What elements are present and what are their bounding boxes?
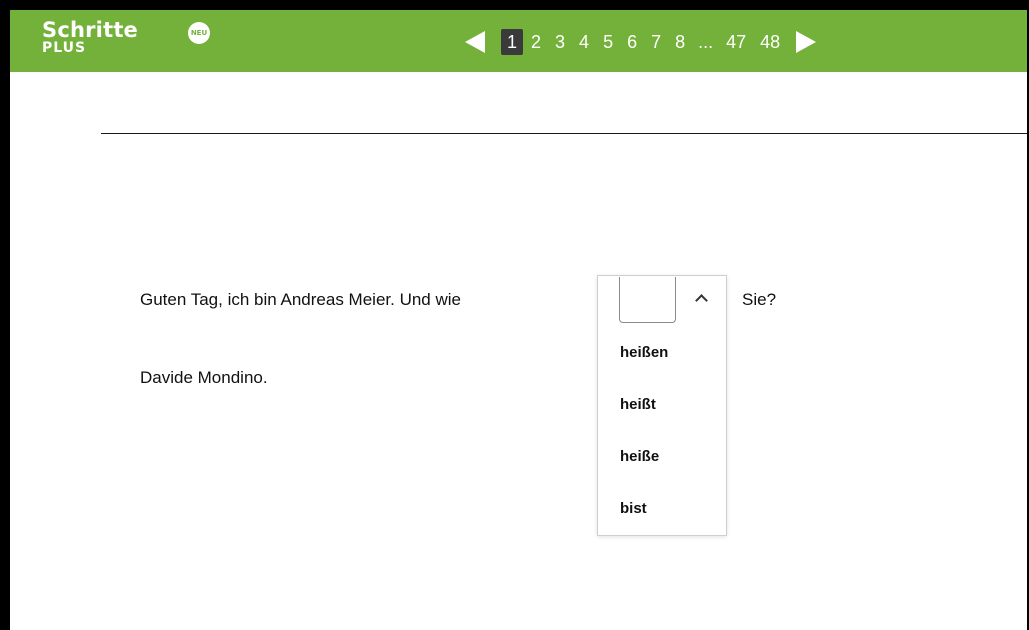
dropdown-option-heisst[interactable]: heißt <box>620 396 656 413</box>
page-6[interactable]: 6 <box>621 29 643 55</box>
page-3[interactable]: 3 <box>549 29 571 55</box>
neu-badge: NEU <box>188 22 210 44</box>
page-48[interactable]: 48 <box>754 29 786 55</box>
header-bar: Schritte PLUS NEU 1 2 3 4 5 6 7 8 ... 47… <box>10 10 1027 72</box>
dropdown-input[interactable] <box>619 277 676 323</box>
page-8[interactable]: 8 <box>669 29 691 55</box>
previous-page-icon[interactable] <box>465 31 485 53</box>
dropdown-option-bist[interactable]: bist <box>620 500 647 517</box>
page-ellipsis: ... <box>698 32 714 52</box>
next-page-icon[interactable] <box>796 31 817 53</box>
chevron-up-icon[interactable] <box>695 294 708 307</box>
answer-dropdown[interactable]: heißen heißt heiße bist <box>597 275 727 536</box>
page-7[interactable]: 7 <box>645 29 667 55</box>
logo-title: Schritte <box>42 18 138 42</box>
page-47[interactable]: 47 <box>720 29 752 55</box>
pagination: 1 2 3 4 5 6 7 8 ... 47 48 <box>465 28 817 56</box>
page-2[interactable]: 2 <box>525 29 547 55</box>
page-1[interactable]: 1 <box>501 29 524 55</box>
divider <box>101 133 1027 134</box>
question-text-end: Sie? <box>742 290 777 309</box>
page-5[interactable]: 5 <box>597 29 619 55</box>
answer-text: Davide Mondino. <box>140 368 268 387</box>
logo-subtitle: PLUS <box>42 40 87 56</box>
dropdown-option-heissen[interactable]: heißen <box>620 344 668 361</box>
window-frame <box>0 0 1029 630</box>
question-text: Guten Tag, ich bin Andreas Meier. Und wi… <box>140 290 461 309</box>
page-4[interactable]: 4 <box>573 29 595 55</box>
dropdown-option-heisse[interactable]: heiße <box>620 448 659 465</box>
